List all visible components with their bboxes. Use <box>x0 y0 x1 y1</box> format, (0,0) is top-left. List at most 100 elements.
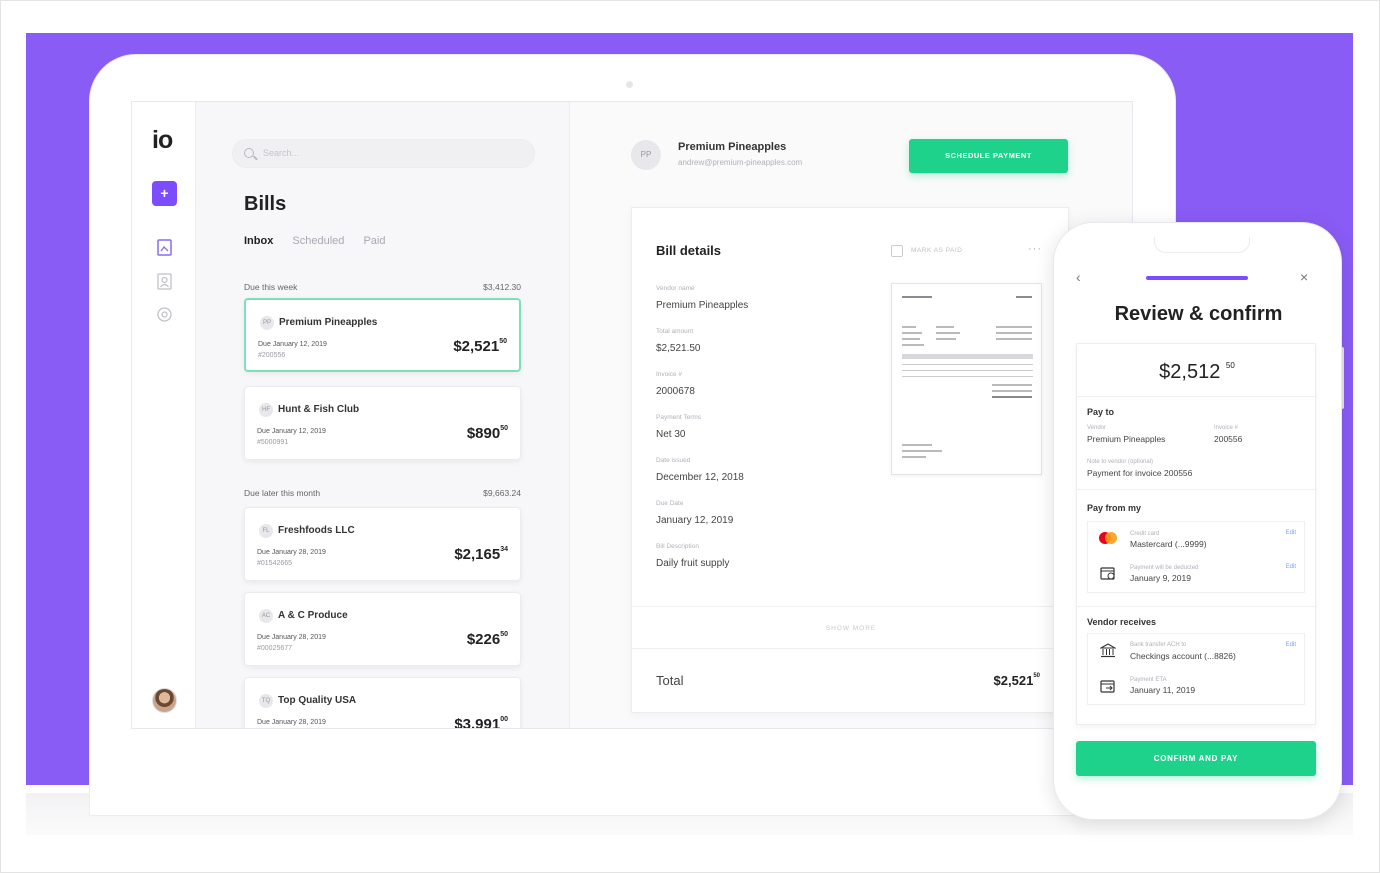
group-header: Due later this month $9,663.24 <box>244 488 521 498</box>
vendor-receives-box: Bank transfer ACH to Checkings account (… <box>1087 633 1305 705</box>
vendor-label: Vendor <box>1087 425 1107 431</box>
bill-amount: $2,16534 <box>454 546 508 563</box>
due-date: Due January 28, 2019 <box>257 549 326 556</box>
field-value: Net 30 <box>656 429 686 440</box>
bills-panel: Search... Bills Inbox Scheduled Paid Due… <box>196 102 570 728</box>
amount-dollars: $2,512 <box>1159 361 1221 383</box>
field-label: Total amount <box>656 328 694 335</box>
show-more-link[interactable]: SHOW MORE <box>632 606 1070 632</box>
due-date: Due January 12, 2019 <box>257 428 326 435</box>
total-label: Total <box>656 673 684 688</box>
search-placeholder: Search... <box>263 148 300 158</box>
amount-cents: 00 <box>500 716 508 723</box>
bill-details-title: Bill details <box>656 243 722 258</box>
tab-inbox[interactable]: Inbox <box>244 235 273 247</box>
invoice-number: #5000991 <box>257 439 289 446</box>
amount-dollars: $226 <box>466 631 501 648</box>
search-icon <box>244 148 254 158</box>
phone-mockup: ‹ × Review & confirm $2,512 50 Pay to Ve… <box>1053 222 1342 820</box>
amount-cents: 50 <box>500 425 508 432</box>
bill-amount: $2,52150 <box>453 338 507 355</box>
calendar-icon <box>1100 567 1115 580</box>
group-amount: $3,412.30 <box>483 282 521 292</box>
amount-dollars: $2,521 <box>453 338 500 355</box>
bills-icon[interactable] <box>156 239 173 256</box>
confirm-and-pay-button[interactable]: CONFIRM AND PAY <box>1076 741 1316 776</box>
due-date: Due January 28, 2019 <box>257 719 326 726</box>
vendor-name: Hunt & Fish Club <box>278 404 360 415</box>
vendor-badge: FL <box>259 524 273 538</box>
phone-notch <box>1154 237 1250 253</box>
contacts-icon[interactable] <box>156 273 173 290</box>
user-avatar[interactable] <box>152 688 177 713</box>
bill-card[interactable]: AC A & C Produce Due January 28, 2019 #0… <box>244 592 521 666</box>
due-date: Due January 28, 2019 <box>257 634 326 641</box>
bill-card[interactable]: FL Freshfoods LLC Due January 28, 2019 #… <box>244 507 521 581</box>
pay-from-heading: Pay from my <box>1087 503 1142 513</box>
deduct-value: January 9, 2019 <box>1130 573 1191 583</box>
bank-icon <box>1100 643 1116 658</box>
vendor-receives-heading: Vendor receives <box>1087 617 1157 627</box>
eta-label: Payment ETA <box>1130 677 1167 683</box>
group-label: Due this week <box>244 282 298 292</box>
total-dollars: $2,521 <box>993 673 1034 688</box>
more-options-icon[interactable]: ··· <box>1028 243 1042 255</box>
app-logo: io <box>152 126 173 154</box>
field-label: Vendor name <box>656 285 695 292</box>
settings-icon[interactable] <box>156 306 173 323</box>
vendor-name: Premium Pineapples <box>279 317 378 328</box>
tab-scheduled[interactable]: Scheduled <box>292 235 344 247</box>
vendor-email: andrew@premium-pineapples.com <box>678 158 803 167</box>
tab-paid[interactable]: Paid <box>363 235 385 247</box>
amount-dollars: $2,165 <box>454 546 501 563</box>
edit-card-link[interactable]: Edit <box>1286 530 1296 536</box>
invoice-thumbnail[interactable] <box>891 283 1042 475</box>
divider <box>632 648 1070 649</box>
group-header: Due this week $3,412.30 <box>244 282 521 292</box>
invoice-number: #200556 <box>258 352 286 359</box>
vendor-value: Premium Pineapples <box>1087 434 1166 444</box>
divider <box>1077 396 1317 397</box>
bill-amount: $3,99100 <box>454 716 508 728</box>
new-bill-button[interactable]: + <box>152 181 177 206</box>
search-input[interactable]: Search... <box>232 139 535 168</box>
amount-cents: 50 <box>499 338 507 345</box>
invoice-value: 200556 <box>1214 434 1243 444</box>
bill-card-selected[interactable]: PP Premium Pineapples Due January 12, 20… <box>244 298 521 372</box>
due-date: Due January 12, 2019 <box>258 341 327 348</box>
total-cents: 50 <box>1033 673 1040 679</box>
mark-as-paid-checkbox[interactable] <box>891 245 903 257</box>
edit-bank-link[interactable]: Edit <box>1286 642 1296 648</box>
total-amount: $2,52150 <box>994 673 1040 688</box>
back-icon[interactable]: ‹ <box>1076 269 1081 285</box>
bank-label: Bank transfer ACH to <box>1130 642 1187 648</box>
field-value: Daily fruit supply <box>656 558 730 569</box>
vendor-name: Top Quality USA <box>278 695 357 706</box>
bill-detail-panel: PP Premium Pineapples andrew@premium-pin… <box>570 102 1132 728</box>
field-value: $2,521.50 <box>656 343 701 354</box>
calendar-arrow-icon <box>1100 680 1115 693</box>
bill-amount: $89050 <box>467 425 508 442</box>
field-label: Payment Terms <box>656 414 702 421</box>
close-icon[interactable]: × <box>1300 269 1308 285</box>
vendor-name: Premium Pineapples <box>678 141 787 153</box>
group-label: Due later this month <box>244 488 321 498</box>
bill-tabs: Inbox Scheduled Paid <box>244 235 402 247</box>
pay-to-heading: Pay to <box>1087 407 1115 417</box>
page-title: Bills <box>244 193 287 215</box>
invoice-number: #01542665 <box>257 560 293 567</box>
group-amount: $9,663.24 <box>483 488 521 498</box>
field-value: January 12, 2019 <box>656 515 734 526</box>
bill-card[interactable]: HF Hunt & Fish Club Due January 12, 2019… <box>244 386 521 460</box>
eta-value: January 11, 2019 <box>1130 685 1196 695</box>
bill-amount: $22650 <box>467 631 508 648</box>
mark-as-paid-label: MARK AS PAID <box>911 247 963 254</box>
edit-date-link[interactable]: Edit <box>1286 564 1296 570</box>
amount-dollars: $890 <box>466 425 501 442</box>
app-screen: io + Search... Bills Inbox Scheduled Pai… <box>131 101 1133 729</box>
invoice-number: #00025677 <box>257 645 293 652</box>
schedule-payment-button[interactable]: SCHEDULE PAYMENT <box>909 139 1068 173</box>
bill-card[interactable]: TQ Top Quality USA Due January 28, 2019 … <box>244 677 521 728</box>
mastercard-icon <box>1099 532 1117 544</box>
review-title: Review & confirm <box>1114 303 1283 325</box>
